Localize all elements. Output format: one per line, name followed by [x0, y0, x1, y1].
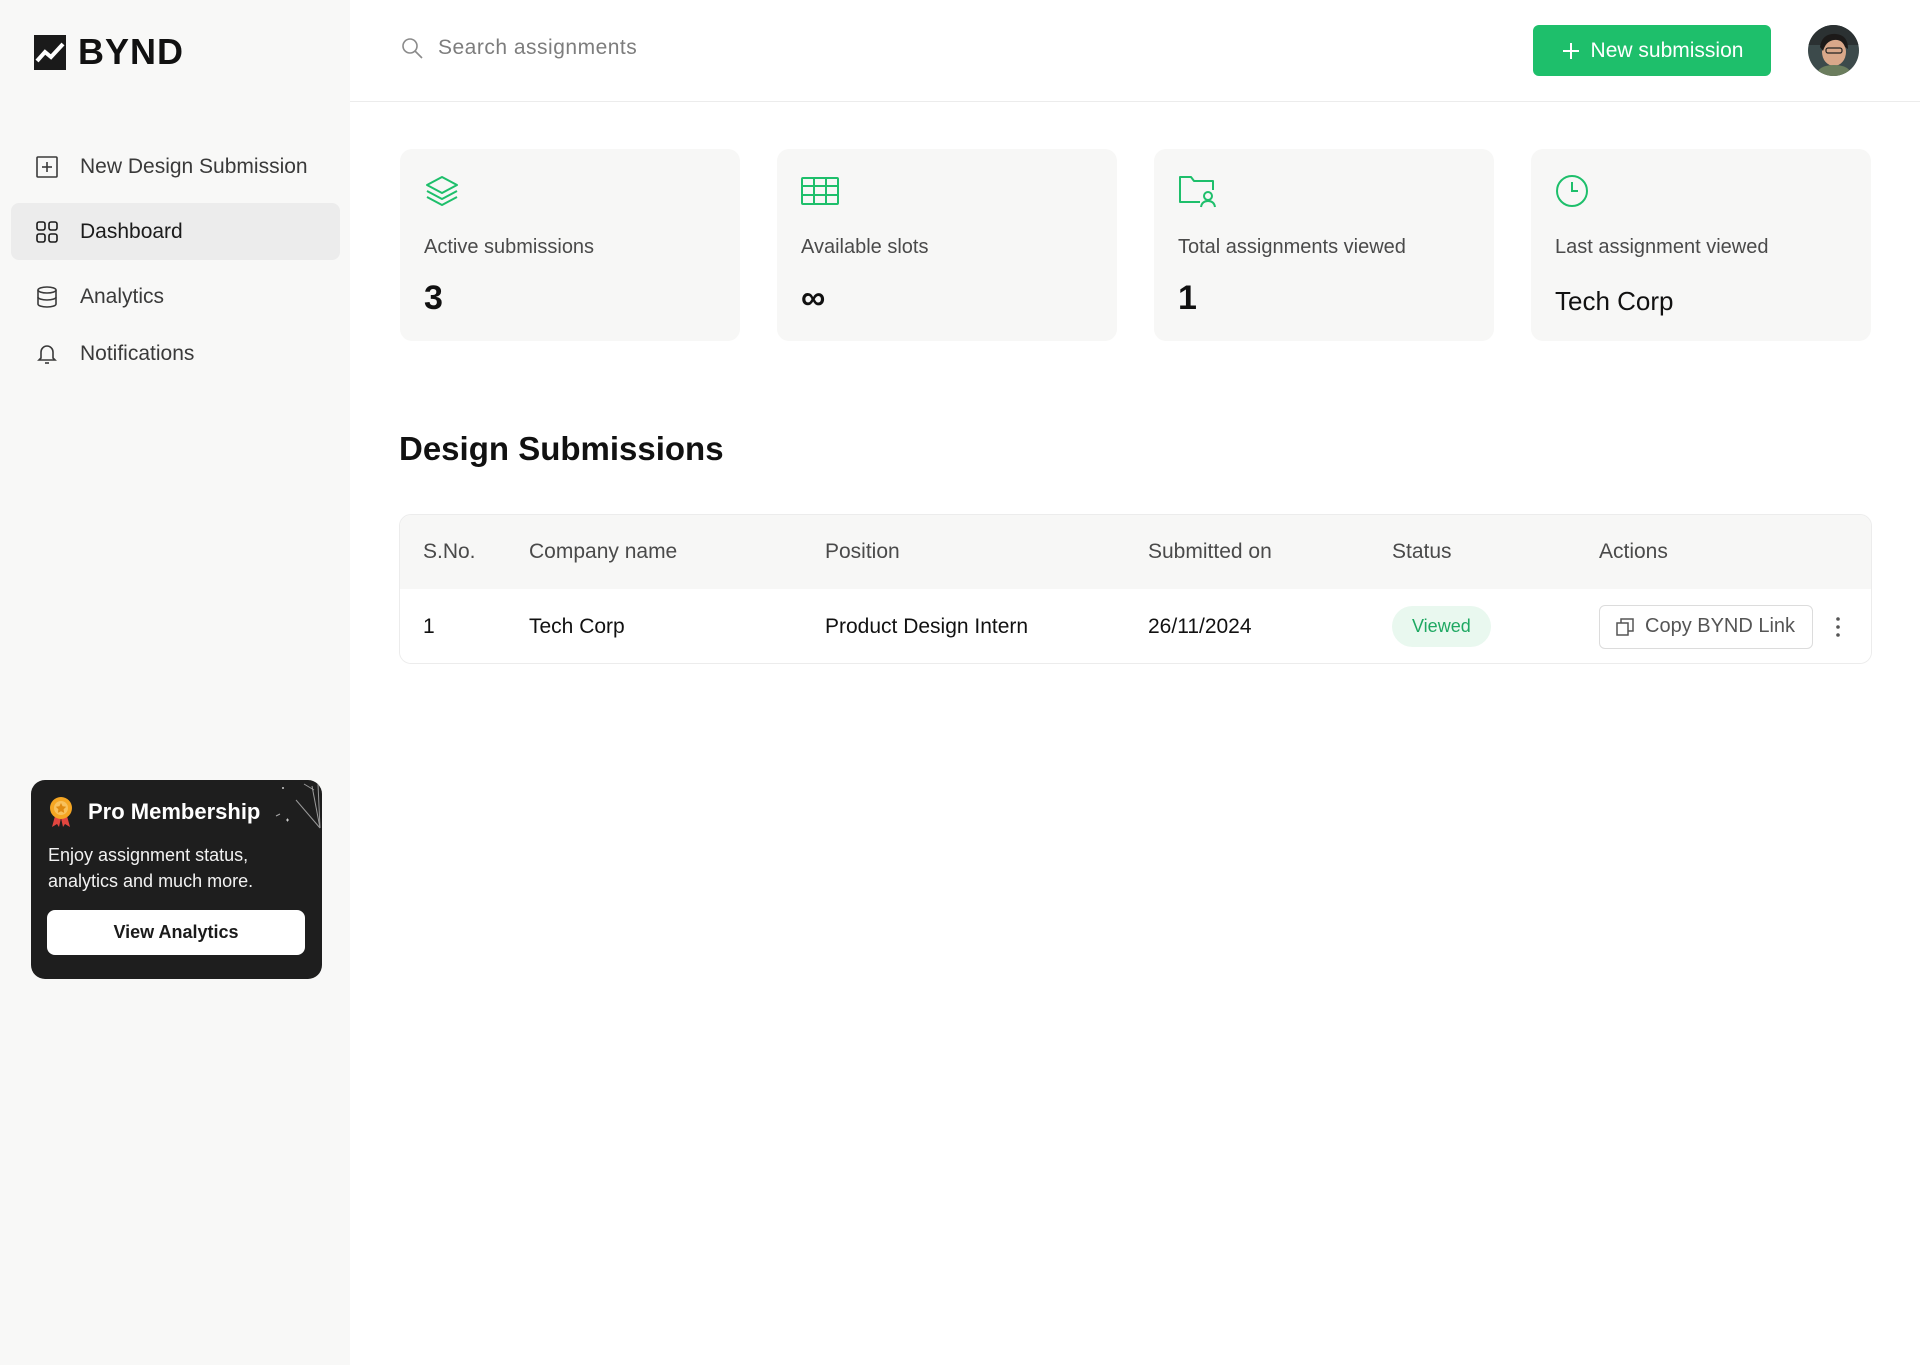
table-header: S.No. Company name Position Submitted on… [400, 515, 1871, 589]
stat-value: 1 [1178, 279, 1197, 317]
status-badge: Viewed [1392, 606, 1491, 647]
sidebar-item-label: Dashboard [80, 219, 183, 243]
stat-label: Last assignment viewed [1555, 236, 1769, 258]
sidebar-item-label: New Design Submission [80, 154, 308, 178]
cell-status: Viewed [1392, 589, 1491, 663]
cell-company: Tech Corp [529, 614, 625, 638]
stat-card-available-slots: Available slots ∞ [777, 149, 1117, 341]
column-header-status: Status [1392, 540, 1452, 563]
row-more-options-icon[interactable] [1828, 589, 1848, 663]
fireworks-icon [275, 783, 321, 829]
layers-icon [426, 176, 458, 206]
stat-card-total-assignments-viewed: Total assignments viewed 1 [1154, 149, 1494, 341]
column-header-position: Position [825, 540, 900, 563]
promo-description: Enjoy assignment status, analytics and m… [48, 845, 254, 891]
pro-membership-card: Pro Membership Enjoy assignment status, … [31, 780, 322, 979]
sidebar-item-analytics[interactable]: Analytics [11, 268, 340, 325]
column-header-actions: Actions [1599, 540, 1668, 563]
stat-value: 3 [424, 279, 443, 317]
sidebar-item-new-design-submission[interactable]: New Design Submission [11, 138, 340, 195]
copy-icon [1616, 617, 1634, 636]
stat-label: Total assignments viewed [1178, 236, 1406, 258]
sidebar-nav: New Design Submission Dashboard Analytic… [11, 138, 340, 382]
grid-icon [33, 218, 61, 246]
top-bar: New submission [350, 0, 1920, 102]
stat-card-active-submissions: Active submissions 3 [400, 149, 740, 341]
bell-icon [33, 340, 61, 368]
database-icon [33, 283, 61, 311]
search-icon [402, 38, 423, 59]
search-bar [400, 36, 838, 60]
stat-value: Tech Corp [1555, 286, 1674, 316]
folder-user-icon [1179, 176, 1216, 208]
stat-cards: Active submissions 3 Available slots ∞ T… [400, 149, 1871, 341]
table-row: 1 Tech Corp Product Design Intern 26/11/… [400, 589, 1871, 663]
view-analytics-button[interactable]: View Analytics [47, 910, 305, 955]
copy-bynd-link-button[interactable]: Copy BYND Link [1599, 604, 1814, 649]
plus-square-icon [33, 153, 61, 181]
section-title: Design Submissions [399, 430, 724, 467]
cell-submitted-date: 26/11/2024 [1148, 614, 1252, 638]
award-badge-icon [50, 797, 72, 827]
sidebar-item-dashboard[interactable]: Dashboard [11, 203, 340, 260]
bynd-logo-icon [34, 34, 66, 70]
new-submission-label: New submission [1590, 38, 1744, 62]
cell-sno: 1 [423, 614, 435, 638]
kebab-menu-icon [1836, 616, 1840, 637]
user-avatar-image [1808, 25, 1859, 76]
plus-icon [1562, 42, 1579, 59]
cell-position: Product Design Intern [825, 614, 1029, 638]
copy-link-label: Copy BYND Link [1645, 615, 1796, 637]
column-header-company: Company name [529, 540, 678, 563]
sidebar-item-label: Analytics [80, 284, 165, 308]
stat-card-last-assignment-viewed: Last assignment viewed Tech Corp [1531, 149, 1871, 341]
sidebar-item-notifications[interactable]: Notifications [11, 325, 340, 382]
logo[interactable]: BYND [34, 34, 184, 70]
submissions-table: S.No. Company name Position Submitted on… [399, 514, 1872, 664]
cell-actions: Copy BYND Link [1599, 589, 1814, 663]
stat-value: ∞ [801, 279, 826, 317]
column-header-sno: S.No. [423, 540, 476, 563]
table-icon [801, 177, 839, 205]
stat-label: Active submissions [424, 236, 595, 258]
stat-label: Available slots [801, 236, 929, 258]
clock-icon [1556, 175, 1588, 207]
search-input[interactable] [438, 36, 838, 60]
avatar[interactable] [1808, 25, 1859, 76]
brand-name: BYND [78, 31, 185, 72]
promo-title: Pro Membership [88, 799, 261, 824]
sidebar: BYND New Design Submission Dashboard Ana… [0, 0, 350, 1365]
new-submission-button[interactable]: New submission [1533, 25, 1771, 76]
sidebar-item-label: Notifications [80, 341, 195, 365]
column-header-submitted: Submitted on [1148, 540, 1272, 563]
